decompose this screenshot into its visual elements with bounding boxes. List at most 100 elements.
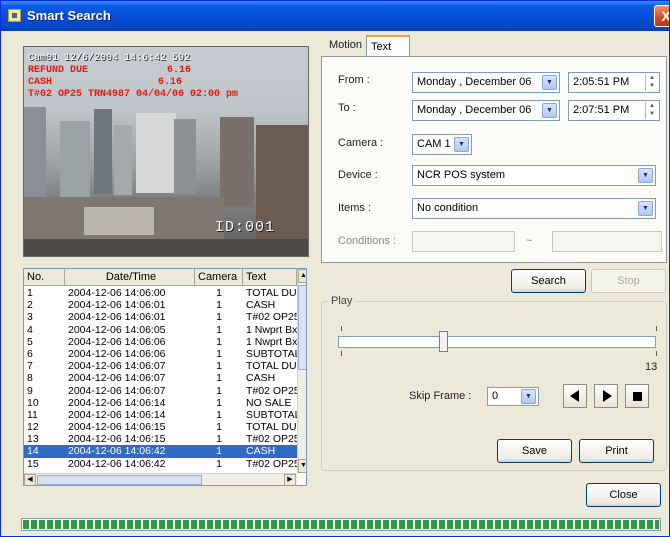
slider-tick-end — [656, 326, 657, 331]
row-text: T#02 OP25 TI — [246, 384, 297, 397]
print-button[interactable]: Print — [579, 439, 654, 463]
column-header-camera[interactable]: Camera — [195, 269, 243, 286]
table-row[interactable]: 5 2004-12-06 14:06:06 1 1 Nwprt Bx 10 — [24, 336, 297, 348]
to-time-picker[interactable]: 2:07:51 PM ▲ ▼ — [568, 100, 660, 121]
row-no: 5 — [27, 335, 33, 348]
chevron-down-icon[interactable]: ▼ — [638, 201, 653, 216]
to-date-value: Monday , December 06 — [417, 104, 532, 116]
row-datetime: 2004-12-06 14:06:01 — [68, 311, 166, 324]
spinner-icon[interactable]: ▲ ▼ — [645, 74, 658, 91]
row-no: 1 — [27, 287, 33, 299]
table-row[interactable]: 1 2004-12-06 14:06:00 1 TOTAL DUE — [24, 287, 297, 299]
row-datetime: 2004-12-06 14:06:15 — [68, 433, 166, 446]
row-camera: 1 — [216, 299, 222, 312]
row-text: 1 Nwprt Bx 10 — [246, 335, 297, 348]
table-row[interactable]: 2 2004-12-06 14:06:01 1 CASH — [24, 299, 297, 311]
building-shape — [60, 121, 90, 201]
scroll-left-icon[interactable]: ◀ — [24, 474, 36, 485]
tab-text[interactable]: Text — [366, 35, 410, 57]
row-no: 4 — [27, 323, 33, 336]
chevron-down-icon[interactable]: ▼ — [454, 137, 469, 152]
table-row[interactable]: 13 2004-12-06 14:06:15 1 T#02 OP25 TI — [24, 433, 297, 445]
to-date-picker[interactable]: Monday , December 06 ▼ — [412, 100, 560, 121]
stop-button[interactable]: Stop — [591, 269, 666, 293]
id-overlay: ID:001 — [215, 219, 276, 236]
list-vertical-scrollbar[interactable]: ▲ ▼ — [297, 269, 306, 473]
table-row[interactable]: 11 2004-12-06 14:06:14 1 SUBTOTAL — [24, 409, 297, 421]
row-text: SUBTOTAL — [246, 347, 297, 360]
scroll-down-icon[interactable]: ▼ — [298, 459, 306, 473]
table-row[interactable]: 9 2004-12-06 14:06:07 1 T#02 OP25 TI — [24, 385, 297, 397]
conditions-separator: ~ — [526, 235, 533, 247]
column-header-no[interactable]: No. — [24, 269, 65, 286]
row-no: 9 — [27, 384, 33, 397]
chevron-down-icon[interactable]: ▼ — [542, 75, 557, 90]
camera-select[interactable]: CAM 1 ▼ — [412, 134, 472, 155]
playback-slider-thumb[interactable] — [438, 331, 448, 352]
stop-icon — [633, 392, 642, 401]
scroll-thumb[interactable] — [298, 285, 306, 370]
condition-from-input[interactable] — [412, 231, 515, 252]
scroll-up-icon[interactable]: ▲ — [298, 269, 306, 283]
table-row[interactable]: 6 2004-12-06 14:06:06 1 SUBTOTAL — [24, 348, 297, 360]
row-camera: 1 — [216, 311, 222, 324]
list-horizontal-scrollbar[interactable]: ◀ ▶ — [24, 473, 297, 485]
stop-playback-button[interactable] — [625, 384, 649, 408]
column-header-datetime[interactable]: Date/Time — [65, 269, 195, 286]
row-datetime: 2004-12-06 14:06:07 — [68, 372, 166, 385]
next-frame-button[interactable] — [594, 384, 618, 408]
building-shape — [220, 117, 254, 207]
row-text: CASH — [246, 445, 276, 458]
spinner-icon[interactable]: ▲ ▼ — [645, 102, 658, 119]
search-button[interactable]: Search — [511, 269, 586, 293]
scroll-right-icon[interactable]: ▶ — [284, 474, 296, 485]
save-button[interactable]: Save — [497, 439, 572, 463]
close-icon[interactable]: X — [654, 5, 669, 27]
row-camera: 1 — [216, 433, 222, 446]
row-text: SUBTOTAL — [246, 408, 297, 421]
from-date-value: Monday , December 06 — [417, 76, 532, 88]
row-camera: 1 — [216, 396, 222, 409]
row-no: 12 — [27, 421, 39, 434]
app-icon — [8, 9, 21, 22]
condition-to-input[interactable] — [552, 231, 662, 252]
table-row[interactable]: 12 2004-12-06 14:06:15 1 TOTAL DUE — [24, 421, 297, 433]
table-row[interactable]: 3 2004-12-06 14:06:01 1 T#02 OP25 TI — [24, 311, 297, 323]
row-datetime: 2004-12-06 14:06:15 — [68, 421, 166, 434]
chevron-down-icon[interactable]: ▼ — [542, 103, 557, 118]
list-header: No. Date/Time Camera Text — [24, 269, 297, 286]
row-text: TOTAL DUE — [246, 360, 297, 373]
table-row[interactable]: 14 2004-12-06 14:06:42 1 CASH — [24, 445, 297, 458]
skip-frame-select[interactable]: 0 ▼ — [487, 387, 539, 406]
row-text: TOTAL DUE — [246, 287, 297, 299]
chevron-down-icon[interactable]: ▼ — [638, 168, 653, 183]
items-value: No condition — [417, 202, 479, 214]
from-label: From : — [338, 74, 370, 86]
slider-tick-start-bottom — [341, 351, 342, 356]
table-row[interactable]: 15 2004-12-06 14:06:42 1 T#02 OP25 TI — [24, 458, 297, 470]
playback-slider-track[interactable] — [338, 336, 656, 348]
close-button[interactable]: Close — [586, 483, 661, 507]
title-bar[interactable]: Smart Search X — [1, 1, 669, 31]
table-row[interactable]: 4 2004-12-06 14:06:05 1 1 Nwprt Bx 10 — [24, 324, 297, 336]
from-time-picker[interactable]: 2:05:51 PM ▲ ▼ — [568, 72, 660, 93]
previous-frame-button[interactable] — [563, 384, 587, 408]
result-list[interactable]: No. Date/Time Camera Text 1 2004-12-06 14… — [23, 268, 307, 486]
table-row[interactable]: 7 2004-12-06 14:06:07 1 TOTAL DUE — [24, 360, 297, 372]
from-date-picker[interactable]: Monday , December 06 ▼ — [412, 72, 560, 93]
chevron-down-icon[interactable]: ▼ — [521, 389, 536, 404]
table-row[interactable]: 8 2004-12-06 14:06:07 1 CASH — [24, 372, 297, 384]
device-select[interactable]: NCR POS system ▼ — [412, 165, 656, 186]
column-header-text[interactable]: Text — [243, 269, 297, 286]
table-row[interactable]: 10 2004-12-06 14:06:14 1 NO SALE — [24, 397, 297, 409]
row-datetime: 2004-12-06 14:06:14 — [68, 396, 166, 409]
progress-bar — [21, 518, 661, 531]
items-select[interactable]: No condition ▼ — [412, 198, 656, 219]
scroll-thumb-horizontal[interactable] — [37, 475, 202, 485]
row-text: 1 Nwprt Bx 10 — [246, 323, 297, 336]
row-text: NO SALE — [246, 396, 292, 409]
row-no: 3 — [27, 311, 33, 324]
play-group-title: Play — [328, 295, 356, 307]
row-text: T#02 OP25 TI — [246, 457, 297, 470]
tab-motion[interactable]: Motion — [325, 35, 366, 57]
